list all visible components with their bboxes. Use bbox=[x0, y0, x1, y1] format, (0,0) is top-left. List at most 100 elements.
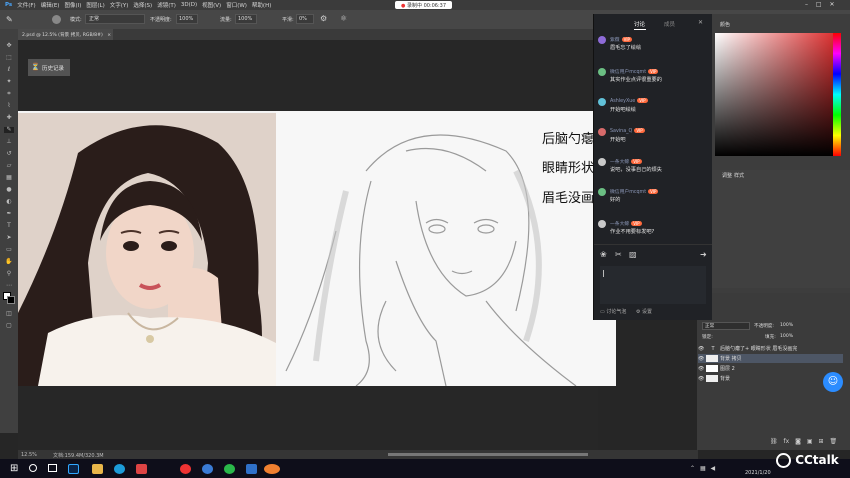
settings-gear-icon[interactable]: ⚙ bbox=[320, 14, 327, 23]
netease-taskbar-icon[interactable] bbox=[180, 464, 191, 474]
screen-mode-icon[interactable]: ▢ bbox=[4, 323, 14, 329]
chat-bubble-icon[interactable]: ☺ bbox=[823, 372, 843, 392]
mask-icon[interactable]: ◙ bbox=[795, 438, 801, 445]
app-taskbar-icon[interactable] bbox=[136, 464, 147, 474]
menu-view[interactable]: 视图(V) bbox=[202, 1, 221, 9]
layer-fill-value[interactable]: 100% bbox=[780, 334, 793, 339]
lasso-tool-icon[interactable]: ℓ bbox=[4, 67, 14, 73]
menu-filter[interactable]: 滤镜(T) bbox=[157, 1, 176, 9]
send-icon[interactable]: ➜ bbox=[700, 250, 707, 259]
menu-image[interactable]: 图像(I) bbox=[64, 1, 81, 9]
members-tab[interactable]: 成员 bbox=[664, 20, 675, 28]
path-select-icon[interactable]: ➤ bbox=[4, 235, 14, 241]
close-icon[interactable]: ✕ bbox=[830, 1, 835, 8]
start-icon[interactable]: ⊞ bbox=[10, 463, 18, 474]
adjust-tab-2[interactable]: 样式 bbox=[734, 172, 744, 179]
image-icon[interactable]: ▨ bbox=[629, 250, 637, 259]
document-close-icon[interactable]: × bbox=[107, 33, 111, 38]
link-layers-icon[interactable]: ⛓ bbox=[770, 438, 778, 445]
ps-logo[interactable]: Ps bbox=[5, 2, 12, 8]
eraser-tool-icon[interactable]: ▱ bbox=[4, 163, 14, 169]
adjust-tab-1[interactable]: 调整 bbox=[722, 172, 732, 179]
visibility-eye-icon[interactable]: 👁 bbox=[698, 356, 706, 362]
visibility-eye-icon[interactable]: 👁 bbox=[698, 366, 706, 372]
visibility-eye-icon[interactable]: 👁 bbox=[698, 376, 706, 382]
blur-tool-icon[interactable]: ● bbox=[4, 187, 14, 193]
layer-row-text[interactable]: 👁 T 后脑勺瘪了+ 眼睛形状 眉毛没画完 bbox=[698, 344, 843, 353]
gear-icon[interactable]: ⚙ bbox=[636, 309, 640, 315]
emoji-icon[interactable]: ❀ bbox=[600, 250, 607, 259]
gradient-tool-icon[interactable]: ▦ bbox=[4, 175, 14, 181]
menu-3d[interactable]: 3D(D) bbox=[181, 2, 197, 8]
move-tool-icon[interactable]: ✥ bbox=[4, 43, 14, 49]
layer-row-background-copy[interactable]: 👁 背景 拷贝 bbox=[698, 354, 843, 363]
color-picker-field[interactable] bbox=[715, 33, 833, 156]
discussion-bubble-label[interactable]: 讨论气泡 bbox=[606, 309, 626, 315]
photoshop-taskbar-icon[interactable] bbox=[68, 464, 79, 474]
hue-slider[interactable] bbox=[833, 33, 841, 156]
history-brush-icon[interactable]: ↺ bbox=[4, 151, 14, 157]
menu-layer[interactable]: 图层(L) bbox=[86, 1, 104, 9]
marquee-tool-icon[interactable]: ⬚ bbox=[4, 55, 14, 61]
brush-preset-icon[interactable] bbox=[52, 15, 61, 24]
menu-edit[interactable]: 编辑(E) bbox=[41, 1, 60, 9]
edge-taskbar-icon[interactable] bbox=[114, 464, 125, 474]
layer-opacity-value[interactable]: 100% bbox=[780, 323, 793, 328]
opacity-field[interactable]: 100% bbox=[176, 14, 198, 24]
menu-window[interactable]: 窗口(W) bbox=[226, 1, 247, 9]
menu-file[interactable]: 文件(F) bbox=[17, 1, 35, 9]
scissors-icon[interactable]: ✂ bbox=[615, 250, 622, 259]
folder-taskbar-icon[interactable] bbox=[92, 464, 103, 474]
browser-taskbar-icon[interactable] bbox=[202, 464, 213, 474]
visibility-eye-icon[interactable]: 👁 bbox=[698, 346, 706, 352]
volume-icon[interactable]: ◀ bbox=[711, 465, 716, 472]
crop-tool-icon[interactable]: ⌗ bbox=[4, 91, 14, 97]
more-tools-icon[interactable]: ⋯ bbox=[4, 283, 14, 289]
type-tool-icon[interactable]: T bbox=[4, 223, 14, 229]
layer-row-background[interactable]: 👁 背景 bbox=[698, 374, 843, 383]
mail-taskbar-icon[interactable] bbox=[246, 464, 257, 474]
stamp-tool-icon[interactable]: ⊥ bbox=[4, 139, 14, 145]
maximize-icon[interactable]: □ bbox=[816, 1, 822, 8]
document-tab[interactable]: 2.psd @ 12.5% (背景 拷贝, RGB/8#) × bbox=[18, 29, 113, 40]
symmetry-icon[interactable]: ⚛ bbox=[340, 14, 347, 23]
hand-tool-icon[interactable]: ✋ bbox=[4, 259, 14, 265]
search-icon[interactable] bbox=[29, 464, 37, 472]
discussion-tab[interactable]: 讨论 bbox=[634, 20, 645, 28]
brush-tool-side-icon[interactable]: ✎ bbox=[4, 127, 14, 133]
settings-label[interactable]: 设置 bbox=[642, 309, 652, 315]
magic-wand-icon[interactable]: ✦ bbox=[4, 79, 14, 85]
fx-icon[interactable]: fx bbox=[784, 438, 790, 445]
background-color-swatch[interactable] bbox=[7, 296, 15, 304]
flow-field[interactable]: 100% bbox=[235, 14, 257, 24]
eyedropper-tool-icon[interactable]: ⌇ bbox=[4, 103, 14, 109]
network-icon[interactable]: ▦ bbox=[700, 465, 706, 472]
trash-icon[interactable]: 🗑 bbox=[829, 438, 837, 445]
quick-mask-icon[interactable]: ◫ bbox=[4, 311, 14, 317]
history-panel[interactable]: ⏳ 历史记录 bbox=[28, 59, 70, 76]
mode-select[interactable]: 正常 bbox=[85, 14, 145, 24]
wechat-taskbar-icon[interactable] bbox=[224, 464, 235, 474]
chat-input[interactable] bbox=[600, 266, 706, 304]
layer-blend-select[interactable]: 正常 bbox=[702, 322, 750, 330]
dodge-tool-icon[interactable]: ◐ bbox=[4, 199, 14, 205]
healing-tool-icon[interactable]: ✚ bbox=[4, 115, 14, 121]
minimize-icon[interactable]: – bbox=[805, 1, 808, 8]
shape-tool-icon[interactable]: ▭ bbox=[4, 247, 14, 253]
zoom-level[interactable]: 12.5% bbox=[21, 452, 37, 458]
menu-help[interactable]: 帮助(H) bbox=[252, 1, 271, 9]
tray-up-icon[interactable]: ⌃ bbox=[690, 465, 695, 472]
bubble-icon[interactable]: ▭ bbox=[600, 309, 605, 315]
new-layer-icon[interactable]: ⊞ bbox=[818, 438, 823, 445]
color-panel-tab[interactable]: 颜色 bbox=[720, 21, 730, 28]
brush-tool-icon[interactable]: ✎ bbox=[6, 15, 13, 24]
menu-select[interactable]: 选择(S) bbox=[133, 1, 152, 9]
horizontal-scrollbar[interactable] bbox=[388, 453, 588, 456]
task-view-icon[interactable] bbox=[48, 464, 57, 472]
zoom-tool-icon[interactable]: ⚲ bbox=[4, 271, 14, 277]
pen-tool-icon[interactable]: ✒ bbox=[4, 211, 14, 217]
menu-type[interactable]: 文字(Y) bbox=[110, 1, 129, 9]
layer-row-layer2[interactable]: 👁 图层 2 bbox=[698, 364, 843, 373]
smooth-field[interactable]: 0% bbox=[296, 14, 314, 24]
chat-close-icon[interactable]: ✕ bbox=[698, 19, 703, 26]
